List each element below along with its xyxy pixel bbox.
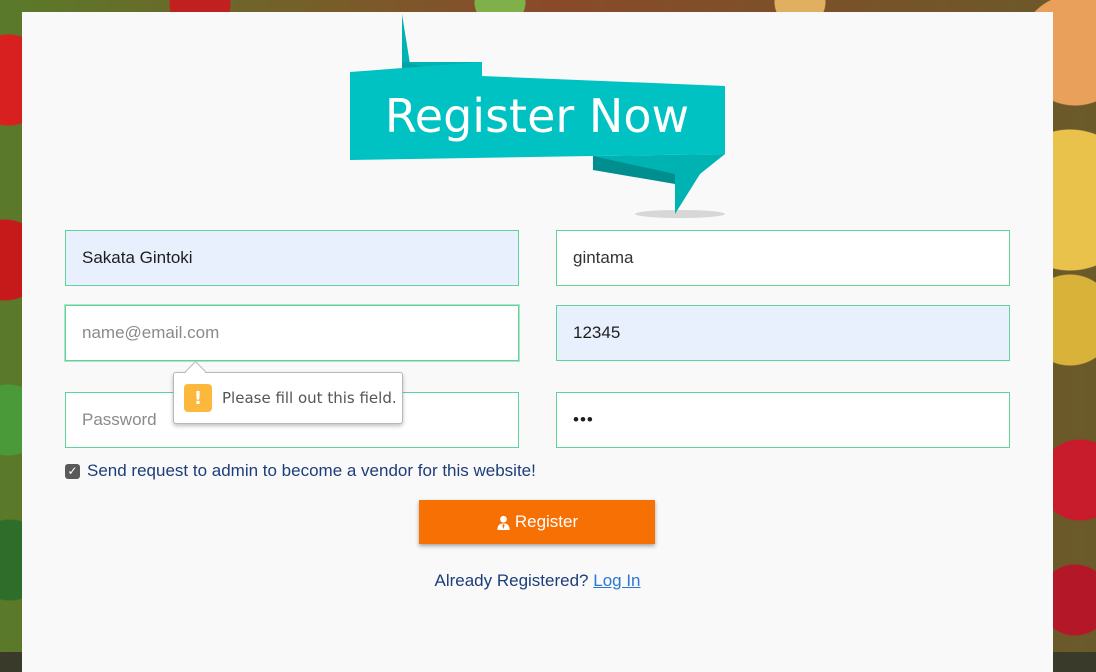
user-tie-icon xyxy=(497,515,510,530)
validation-tooltip: ! Please fill out this field. xyxy=(173,372,403,424)
vendor-checkbox[interactable]: ✓ xyxy=(65,463,80,479)
banner-title: Register Now xyxy=(385,89,689,143)
login-link[interactable]: Log In xyxy=(593,571,640,590)
register-button-label: Register xyxy=(514,512,579,531)
exclamation-icon: ! xyxy=(184,384,212,412)
register-button[interactable]: Register xyxy=(419,500,655,544)
validation-message: Please fill out this field. xyxy=(222,389,397,407)
vendor-checkbox-label: Send request to admin to become a vendor… xyxy=(87,461,536,480)
login-prompt-row: Already Registered? Log In xyxy=(22,571,1053,591)
phone-input[interactable] xyxy=(556,305,1010,361)
username-input[interactable] xyxy=(556,230,1010,286)
register-card: Register Now ! Please fill out this fiel… xyxy=(22,12,1053,672)
vendor-request-row[interactable]: ✓ Send request to admin to become a vend… xyxy=(65,461,536,481)
fullname-input[interactable] xyxy=(65,230,519,286)
email-input[interactable] xyxy=(65,305,519,361)
confirm-password-input[interactable] xyxy=(556,392,1010,448)
register-now-banner: Register Now xyxy=(350,14,730,219)
login-prompt: Already Registered? xyxy=(434,571,589,590)
ribbon-graphic: Register Now xyxy=(350,14,725,218)
